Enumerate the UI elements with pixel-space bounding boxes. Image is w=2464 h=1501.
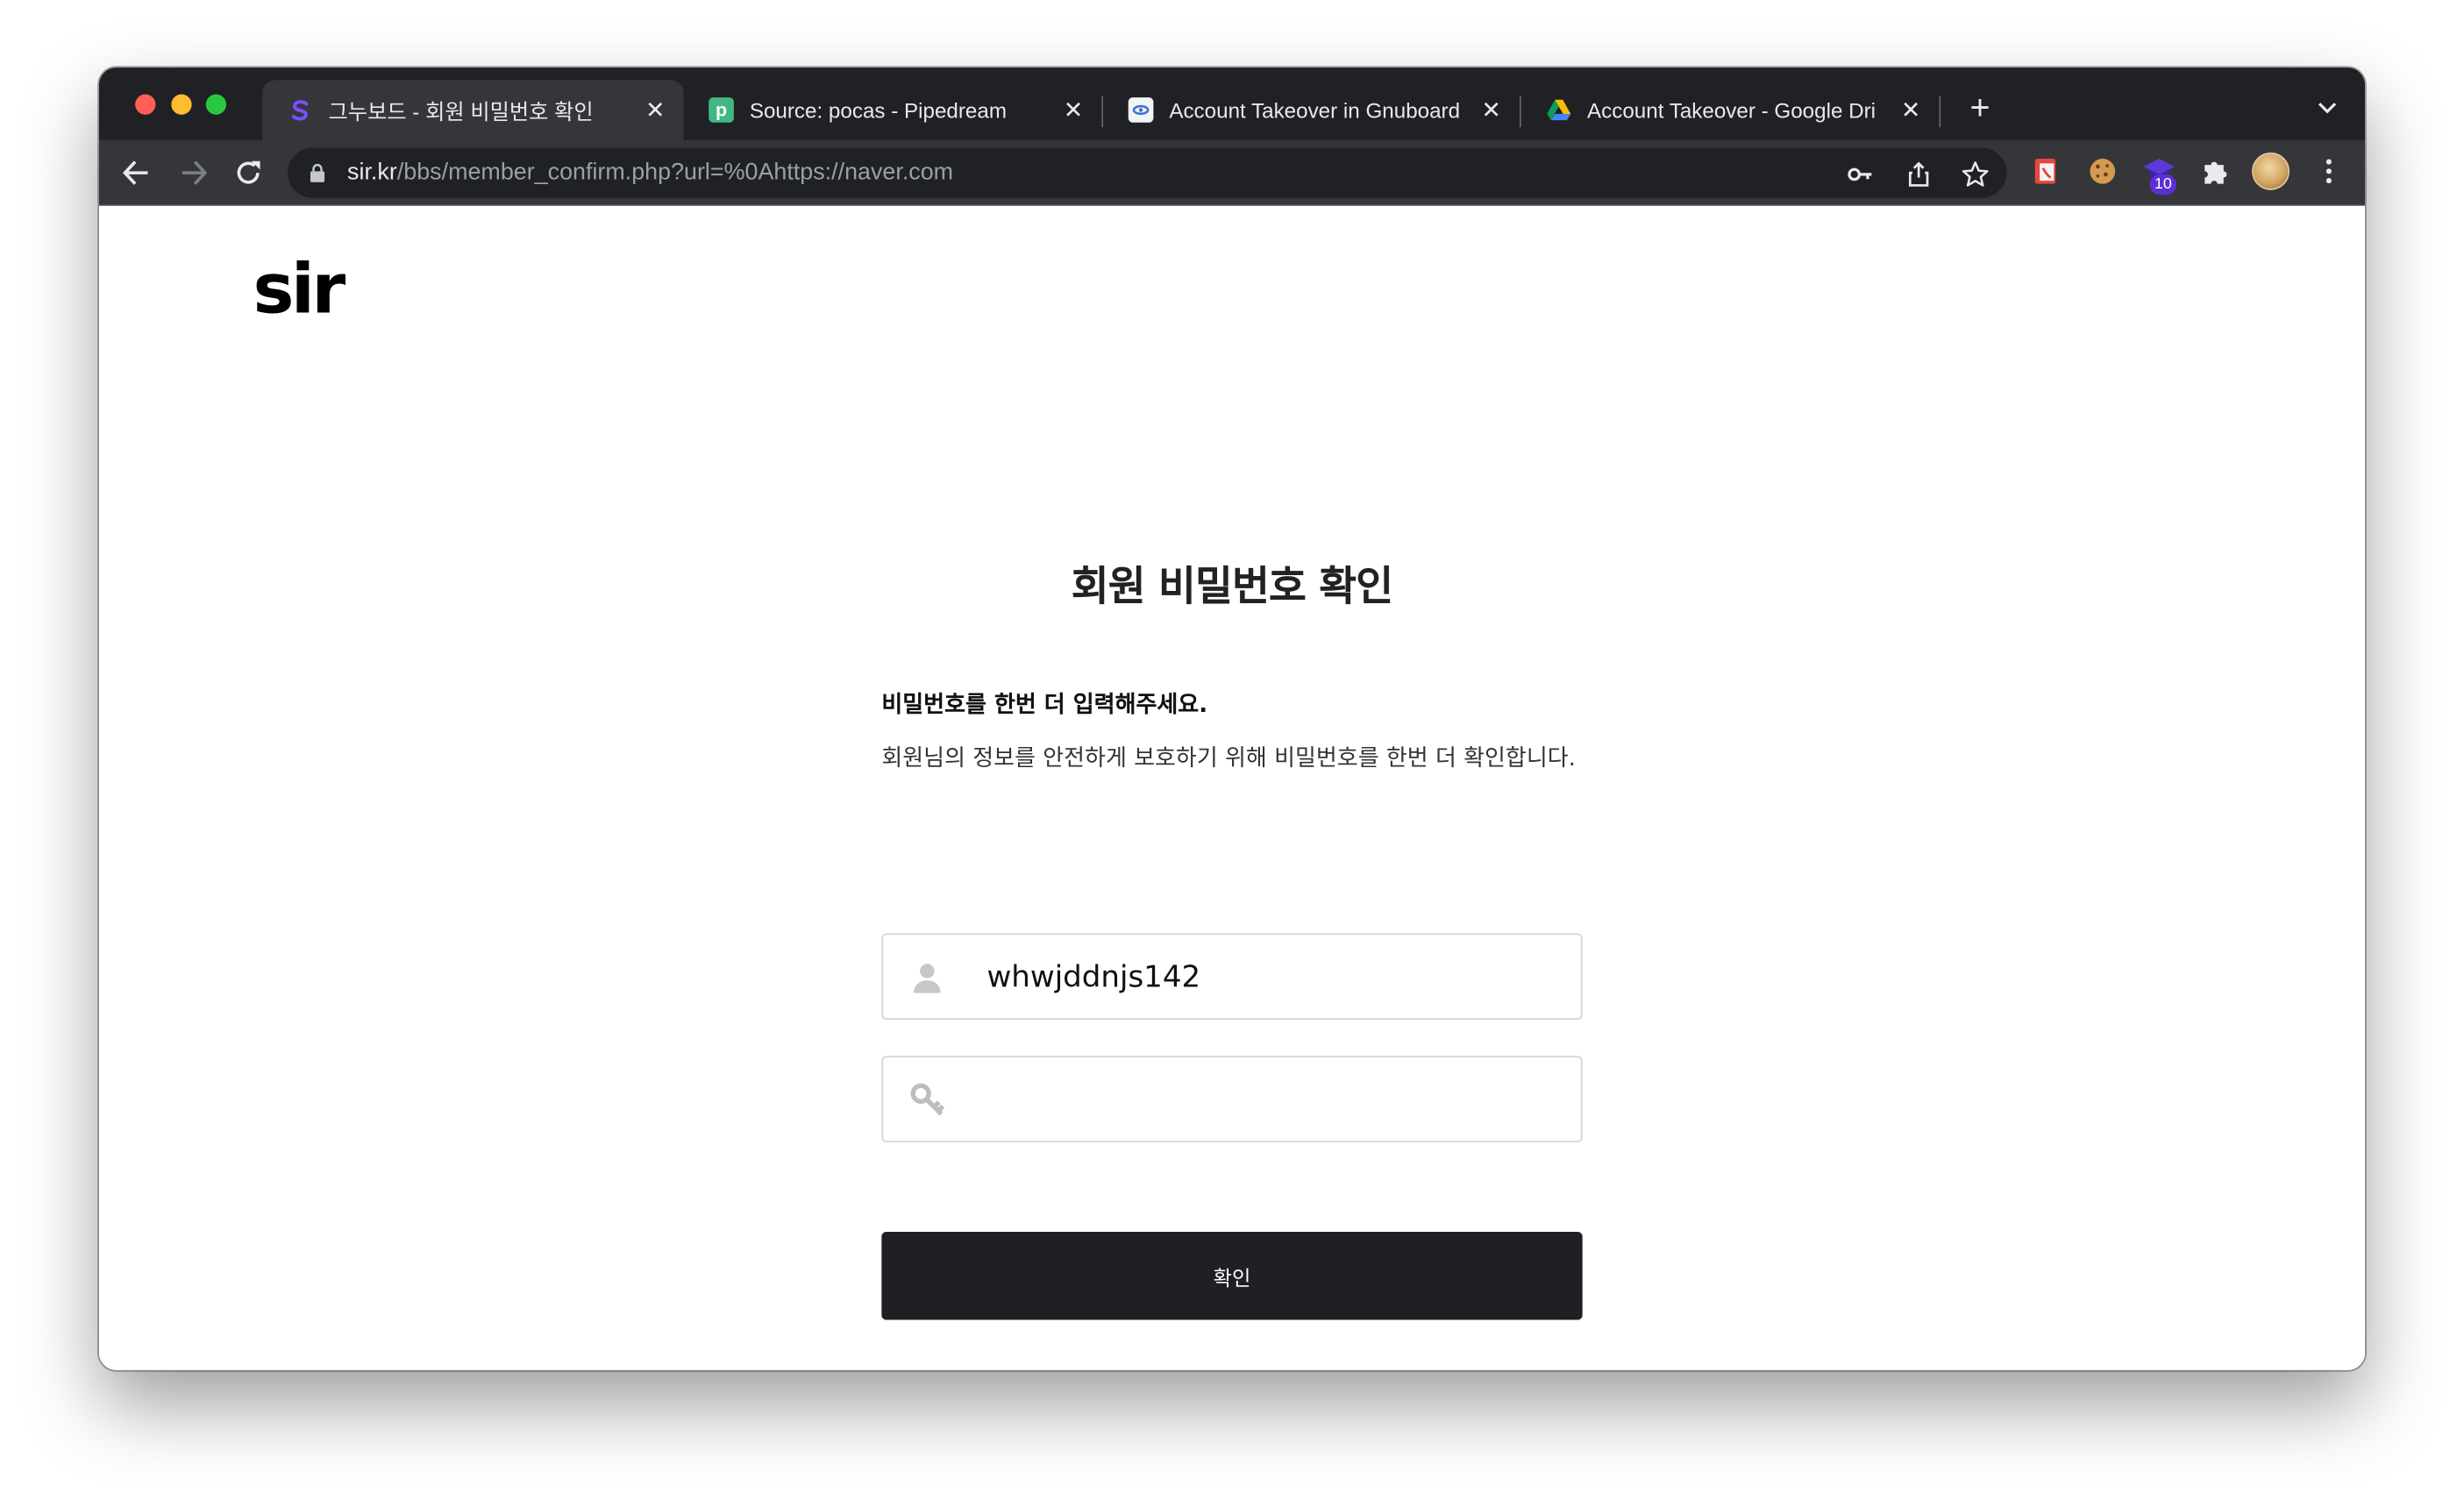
tab-account-takeover-doc[interactable]: Account Takeover in Gnuboard ✕ (1103, 80, 1520, 139)
password-key-icon[interactable] (1847, 160, 1875, 189)
profile-avatar[interactable] (2252, 152, 2290, 190)
window-close-button[interactable] (135, 94, 156, 115)
extension-badge: 10 (2149, 174, 2177, 196)
tab-gnuboard-member-confirm[interactable]: 그누보드 - 회원 비밀번호 확인 ✕ (262, 80, 684, 140)
tab-title: Account Takeover - Google Dri (1587, 98, 1876, 122)
more-menu-icon[interactable] (2311, 154, 2346, 189)
share-icon[interactable] (1905, 160, 1933, 189)
password-input[interactable] (986, 1057, 1553, 1142)
user-id-field (881, 933, 1583, 1021)
window-minimize-button[interactable] (171, 94, 192, 115)
page-title: 회원 비밀번호 확인 (1071, 564, 1393, 612)
confirm-button[interactable]: 확인 (881, 1232, 1583, 1320)
url-path: /bbs/member_confirm.php?url=%0Ahttps://n… (396, 159, 954, 186)
description-text: 회원님의 정보를 안전하게 보호하기 위해 비밀번호를 한번 더 확인합니다. (881, 746, 1576, 772)
tab-title: Source: pocas - Pipedream (749, 98, 1008, 122)
tab-pipedream[interactable]: p Source: pocas - Pipedream ✕ (684, 80, 1102, 139)
tab-close-icon[interactable]: ✕ (1061, 97, 1086, 124)
tab-title: 그누보드 - 회원 비밀번호 확인 (328, 100, 594, 124)
site-logo[interactable]: sir (253, 253, 346, 329)
tab-strip: 그누보드 - 회원 비밀번호 확인 ✕ p Source: pocas - Pi… (98, 68, 2366, 140)
tab-close-icon[interactable]: ✕ (643, 97, 668, 124)
tab-google-drive[interactable]: Account Takeover - Google Dri ✕ (1521, 80, 1940, 139)
page-content: sir 회원 비밀번호 확인 비밀번호를 한번 더 입력해주세요. 회원님의 정… (98, 205, 2366, 1370)
pipedream-favicon-icon: p (709, 97, 734, 123)
google-drive-icon (1546, 97, 1571, 123)
document-favicon-icon (1128, 97, 1154, 123)
user-id-input[interactable] (986, 935, 1553, 1019)
reload-icon[interactable] (231, 155, 265, 189)
pdf-extension-icon[interactable] (2029, 154, 2063, 189)
lock-icon[interactable] (310, 163, 325, 182)
url-host: sir.kr (347, 159, 397, 186)
puzzle-extensions-icon[interactable] (2198, 154, 2233, 189)
bookmark-star-icon[interactable] (1962, 160, 1990, 189)
password-field (881, 1056, 1583, 1142)
browser-window: 그누보드 - 회원 비밀번호 확인 ✕ p Source: pocas - Pi… (98, 68, 2366, 1370)
tab-close-icon[interactable]: ✕ (1898, 97, 1924, 124)
key-icon (910, 1083, 945, 1116)
instruction-text: 비밀번호를 한번 더 입력해주세요. (881, 693, 1208, 718)
address-bar[interactable]: sir.kr/bbs/member_confirm.php?url=%0Ahtt… (287, 147, 2007, 198)
user-icon (914, 964, 941, 993)
tab-title: Account Takeover in Gnuboard (1169, 98, 1461, 122)
sir-favicon-icon (288, 97, 313, 123)
forward-arrow-icon[interactable] (176, 155, 210, 189)
url-text[interactable]: sir.kr/bbs/member_confirm.php?url=%0Ahtt… (347, 147, 953, 197)
tab-close-icon[interactable]: ✕ (1478, 97, 1504, 124)
back-arrow-icon[interactable] (119, 155, 153, 189)
new-tab-button[interactable]: + (1962, 89, 1999, 127)
window-zoom-button[interactable] (205, 94, 227, 115)
tab-separator (1939, 96, 1941, 128)
cookie-extension-icon[interactable] (2085, 154, 2119, 189)
tab-search-chevron-icon[interactable] (2311, 93, 2343, 124)
